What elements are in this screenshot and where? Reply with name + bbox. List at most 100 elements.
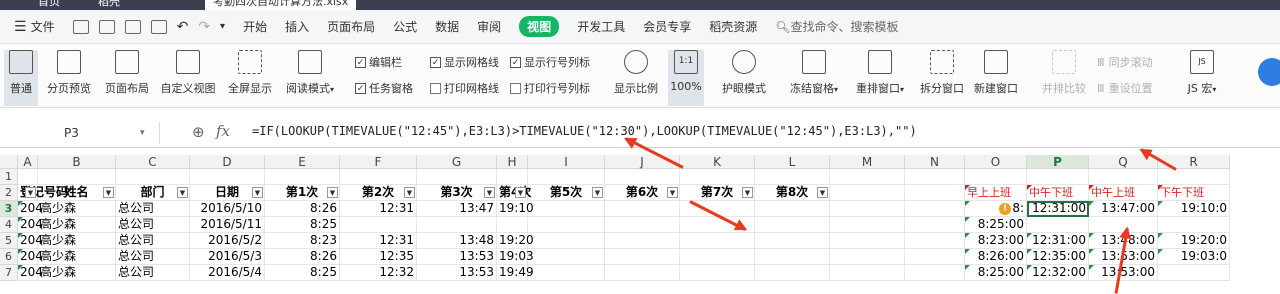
- data-cell[interactable]: 12:35: [340, 249, 417, 265]
- empty-cell[interactable]: [905, 185, 965, 201]
- new-window-button[interactable]: 新建窗口: [972, 50, 1020, 96]
- row-header-7[interactable]: 7: [0, 265, 18, 281]
- empty-cell[interactable]: [528, 201, 605, 217]
- data-cell[interactable]: [1158, 265, 1230, 281]
- data-cell[interactable]: 高少森: [38, 233, 116, 249]
- data-cell[interactable]: 12:31: [340, 201, 417, 217]
- tab-wps[interactable]: 稻壳: [90, 0, 128, 10]
- empty-cell[interactable]: [755, 169, 830, 185]
- empty-cell[interactable]: [905, 169, 965, 185]
- empty-cell[interactable]: [605, 265, 680, 281]
- empty-cell[interactable]: [190, 169, 265, 185]
- data-cell[interactable]: 12:31:00: [1027, 233, 1089, 249]
- data-cell[interactable]: 总公司: [116, 249, 190, 265]
- tab-home[interactable]: 首页: [30, 0, 68, 10]
- menu-insert[interactable]: 插入: [285, 18, 309, 35]
- empty-cell[interactable]: [18, 169, 38, 185]
- menu-file[interactable]: 文件: [31, 18, 55, 35]
- row-header-4[interactable]: 4: [0, 217, 18, 233]
- empty-cell[interactable]: [830, 265, 905, 281]
- empty-cell[interactable]: [830, 169, 905, 185]
- data-cell[interactable]: 总公司: [116, 201, 190, 217]
- row-header-6[interactable]: 6: [0, 249, 18, 265]
- empty-cell[interactable]: [830, 201, 905, 217]
- column-header-d[interactable]: D: [190, 155, 265, 169]
- filter-dropdown-icon[interactable]: ▼: [592, 187, 603, 198]
- eye-protection-button[interactable]: 护眼模式: [720, 50, 768, 96]
- data-cell[interactable]: 2016/5/4: [190, 265, 265, 281]
- empty-cell[interactable]: [528, 249, 605, 265]
- data-cell[interactable]: 13:53: [417, 265, 497, 281]
- data-cell[interactable]: 8:26: [265, 201, 340, 217]
- data-cell[interactable]: 13:47: [417, 201, 497, 217]
- filter-dropdown-icon[interactable]: ▼: [515, 187, 526, 198]
- row-header-2[interactable]: 2: [0, 185, 18, 201]
- result-header-cell[interactable]: 中午上班: [1089, 185, 1158, 201]
- print-icon[interactable]: [124, 19, 141, 34]
- data-cell[interactable]: 8:25: [265, 217, 340, 233]
- data-cell[interactable]: 8:25:00: [965, 217, 1027, 233]
- data-cell[interactable]: [340, 217, 417, 233]
- empty-cell[interactable]: [905, 233, 965, 249]
- search-icon[interactable]: 🔍︎: [775, 20, 790, 34]
- empty-cell[interactable]: [265, 169, 340, 185]
- reading-mode-button[interactable]: 阅读模式▾: [280, 50, 340, 96]
- filter-dropdown-icon[interactable]: ▼: [484, 187, 495, 198]
- data-cell[interactable]: 总公司: [116, 265, 190, 281]
- data-cell[interactable]: 13:53: [417, 249, 497, 265]
- empty-cell[interactable]: [755, 201, 830, 217]
- zoom-100-button[interactable]: 1:1 100%: [668, 50, 704, 106]
- data-cell[interactable]: [1158, 217, 1230, 233]
- row-header-1[interactable]: 1: [0, 169, 18, 185]
- data-cell[interactable]: 总公司: [116, 233, 190, 249]
- empty-cell[interactable]: [905, 217, 965, 233]
- column-header-g[interactable]: G: [417, 155, 497, 169]
- empty-cell[interactable]: [680, 249, 755, 265]
- result-header-cell[interactable]: 早上上班: [965, 185, 1027, 201]
- data-cell[interactable]: 8:25:00: [965, 265, 1027, 281]
- data-cell[interactable]: [1027, 217, 1089, 233]
- empty-cell[interactable]: [605, 201, 680, 217]
- empty-cell[interactable]: [1158, 169, 1230, 185]
- data-cell[interactable]: 19:03: [497, 249, 534, 265]
- empty-cell[interactable]: [528, 233, 605, 249]
- empty-cell[interactable]: [605, 217, 680, 233]
- normal-view-button[interactable]: 普通: [4, 50, 38, 106]
- data-cell[interactable]: 8:26:00: [965, 249, 1027, 265]
- menu-member[interactable]: 会员专享: [643, 18, 691, 35]
- empty-cell[interactable]: [605, 233, 680, 249]
- tab-document[interactable]: 考勤四次自动计算方法.xlsx: [205, 0, 357, 10]
- filter-dropdown-icon[interactable]: ▼: [742, 187, 753, 198]
- empty-cell[interactable]: [965, 169, 1027, 185]
- page-layout-button[interactable]: 页面布局: [102, 50, 152, 96]
- redo-icon[interactable]: ↷: [198, 19, 210, 35]
- empty-cell[interactable]: [605, 249, 680, 265]
- row-header-5[interactable]: 5: [0, 233, 18, 249]
- data-cell[interactable]: 12:32:00: [1027, 265, 1089, 281]
- chevron-down-icon[interactable]: ▾: [140, 122, 145, 144]
- column-header-o[interactable]: O: [965, 155, 1027, 169]
- empty-cell[interactable]: [528, 217, 605, 233]
- print-rowcol-checkbox[interactable]: 打印行号列标: [510, 80, 590, 96]
- empty-cell[interactable]: [497, 169, 528, 185]
- spreadsheet-grid[interactable]: A B C D E F G H I J K L M N O P Q R 1 2 3 4 5 6 7 登记号码 ▼ 姓名 ▼ 部门 ▼ 日期 ▼ 第…: [0, 155, 1280, 290]
- empty-cell[interactable]: [1089, 169, 1158, 185]
- filter-dropdown-icon[interactable]: ▼: [667, 187, 678, 198]
- data-cell[interactable]: 8:26: [265, 249, 340, 265]
- page-break-button[interactable]: 分页预览: [44, 50, 94, 96]
- search-commands[interactable]: 查找命令、搜索模板: [790, 18, 898, 35]
- column-header-i[interactable]: I: [528, 155, 605, 169]
- data-cell[interactable]: 高少森: [38, 217, 116, 233]
- empty-cell[interactable]: [905, 265, 965, 281]
- menu-data[interactable]: 数据: [435, 18, 459, 35]
- filter-dropdown-icon[interactable]: ▼: [252, 187, 263, 198]
- column-header-c[interactable]: C: [116, 155, 190, 169]
- editbar-checkbox[interactable]: ✓ 编辑栏: [355, 54, 402, 70]
- result-header-cell[interactable]: 中午下班: [1027, 185, 1089, 201]
- data-cell[interactable]: 19:10: [497, 201, 534, 217]
- data-cell[interactable]: 8:: [965, 201, 1027, 217]
- empty-cell[interactable]: [830, 233, 905, 249]
- menu-view[interactable]: 视图: [519, 16, 560, 37]
- column-header-p[interactable]: P: [1027, 155, 1089, 169]
- zoom-formula-icon[interactable]: ⊕: [192, 123, 205, 141]
